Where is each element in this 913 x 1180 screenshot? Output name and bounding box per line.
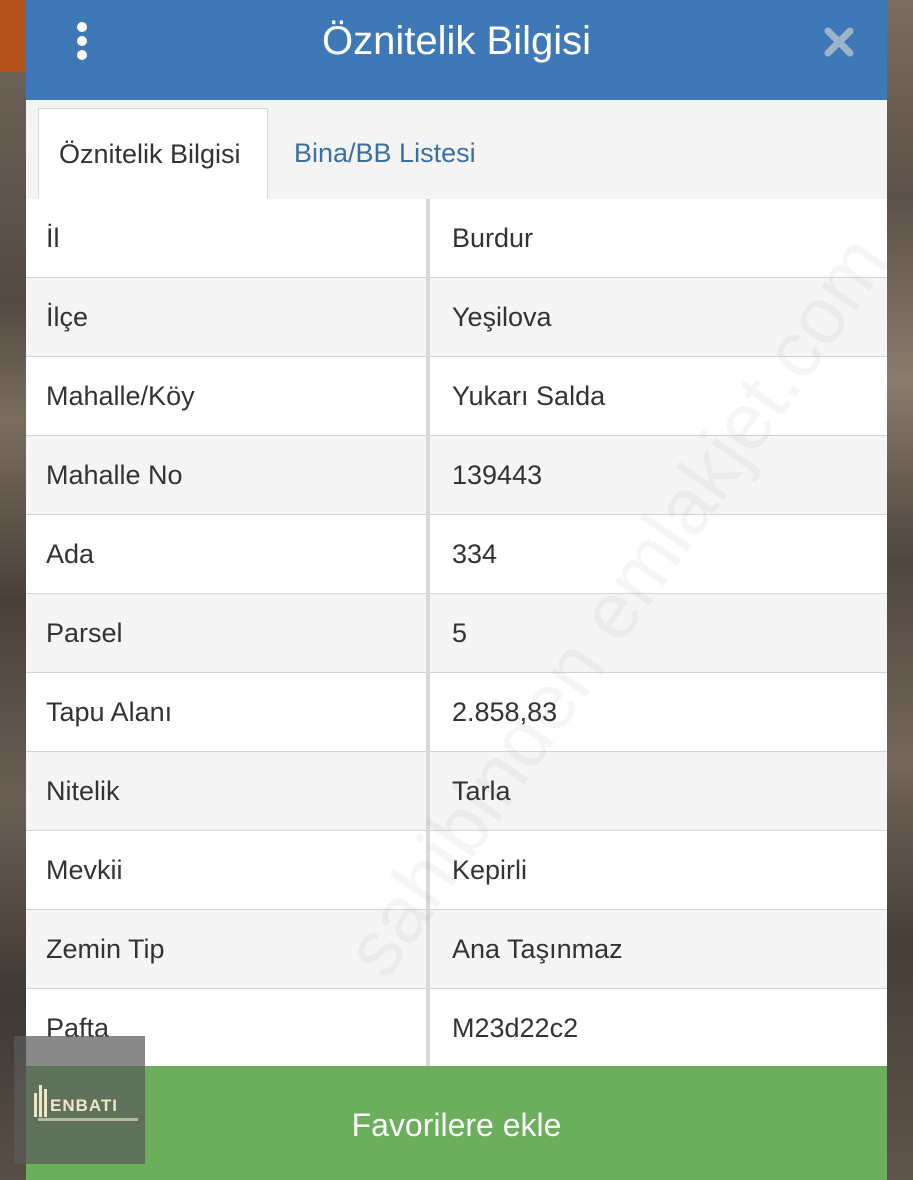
attribute-dialog: Öznitelik Bilgisi Öznitelik Bilgisi Bina… xyxy=(26,0,887,1180)
enbati-logo-overlay: ENBATI xyxy=(14,1036,145,1164)
attribute-label: Parsel xyxy=(26,594,430,672)
tab-bina-bb-listesi[interactable]: Bina/BB Listesi xyxy=(274,108,496,199)
attribute-value: 334 xyxy=(452,539,498,569)
tab-bar: Öznitelik Bilgisi Bina/BB Listesi xyxy=(26,100,887,200)
table-row: Mahalle/Köy Yukarı Salda xyxy=(26,357,887,436)
table-row: Nitelik Tarla xyxy=(26,752,887,831)
logo-subtitle-line xyxy=(38,1118,138,1121)
attribute-table: İl Burdur İlçe Yeşilova Mahalle/Köy Yuka… xyxy=(26,199,887,1068)
attribute-value: M23d22c2 xyxy=(452,1013,579,1043)
attribute-value: Yeşilova xyxy=(452,302,552,332)
attribute-label: Zemin Tip xyxy=(26,910,430,988)
tab-oznitelik-bilgisi[interactable]: Öznitelik Bilgisi xyxy=(38,108,268,199)
dialog-header: Öznitelik Bilgisi xyxy=(26,0,887,100)
table-row: Ada 334 xyxy=(26,515,887,594)
attribute-label: Ada xyxy=(26,515,430,593)
table-row: Pafta M23d22c2 xyxy=(26,989,887,1068)
attribute-value: 5 xyxy=(452,618,468,648)
attribute-label: İl xyxy=(26,199,430,277)
attribute-value: Ana Taşınmaz xyxy=(452,934,623,964)
table-row: İl Burdur xyxy=(26,199,887,278)
attribute-value: Burdur xyxy=(452,223,534,253)
attribute-label: Mevkii xyxy=(26,831,430,909)
attribute-label: Tapu Alanı xyxy=(26,673,430,751)
attribute-label: Nitelik xyxy=(26,752,430,830)
attribute-label: İlçe xyxy=(26,278,430,356)
attribute-label: Mahalle/Köy xyxy=(26,357,430,435)
add-to-favorites-button[interactable]: Favorilere ekle xyxy=(26,1066,887,1180)
map-background-left xyxy=(0,0,26,1180)
logo-text: ENBATI xyxy=(50,1096,119,1115)
table-row: Parsel 5 xyxy=(26,594,887,673)
table-row: İlçe Yeşilova xyxy=(26,278,887,357)
attribute-value: 2.858,83 xyxy=(452,697,558,727)
attribute-value: Yukarı Salda xyxy=(452,381,606,411)
close-icon[interactable] xyxy=(821,24,857,60)
attribute-value: 139443 xyxy=(452,460,543,490)
table-row: Mevkii Kepirli xyxy=(26,831,887,910)
dialog-title: Öznitelik Bilgisi xyxy=(322,19,591,63)
attribute-value: Kepirli xyxy=(452,855,528,885)
table-row: Zemin Tip Ana Taşınmaz xyxy=(26,910,887,989)
table-row: Mahalle No 139443 xyxy=(26,436,887,515)
table-row: Tapu Alanı 2.858,83 xyxy=(26,673,887,752)
attribute-label: Mahalle No xyxy=(26,436,430,514)
map-background-right xyxy=(886,0,913,1180)
attribute-value: Tarla xyxy=(452,776,511,806)
building-logo-icon xyxy=(34,1085,47,1117)
